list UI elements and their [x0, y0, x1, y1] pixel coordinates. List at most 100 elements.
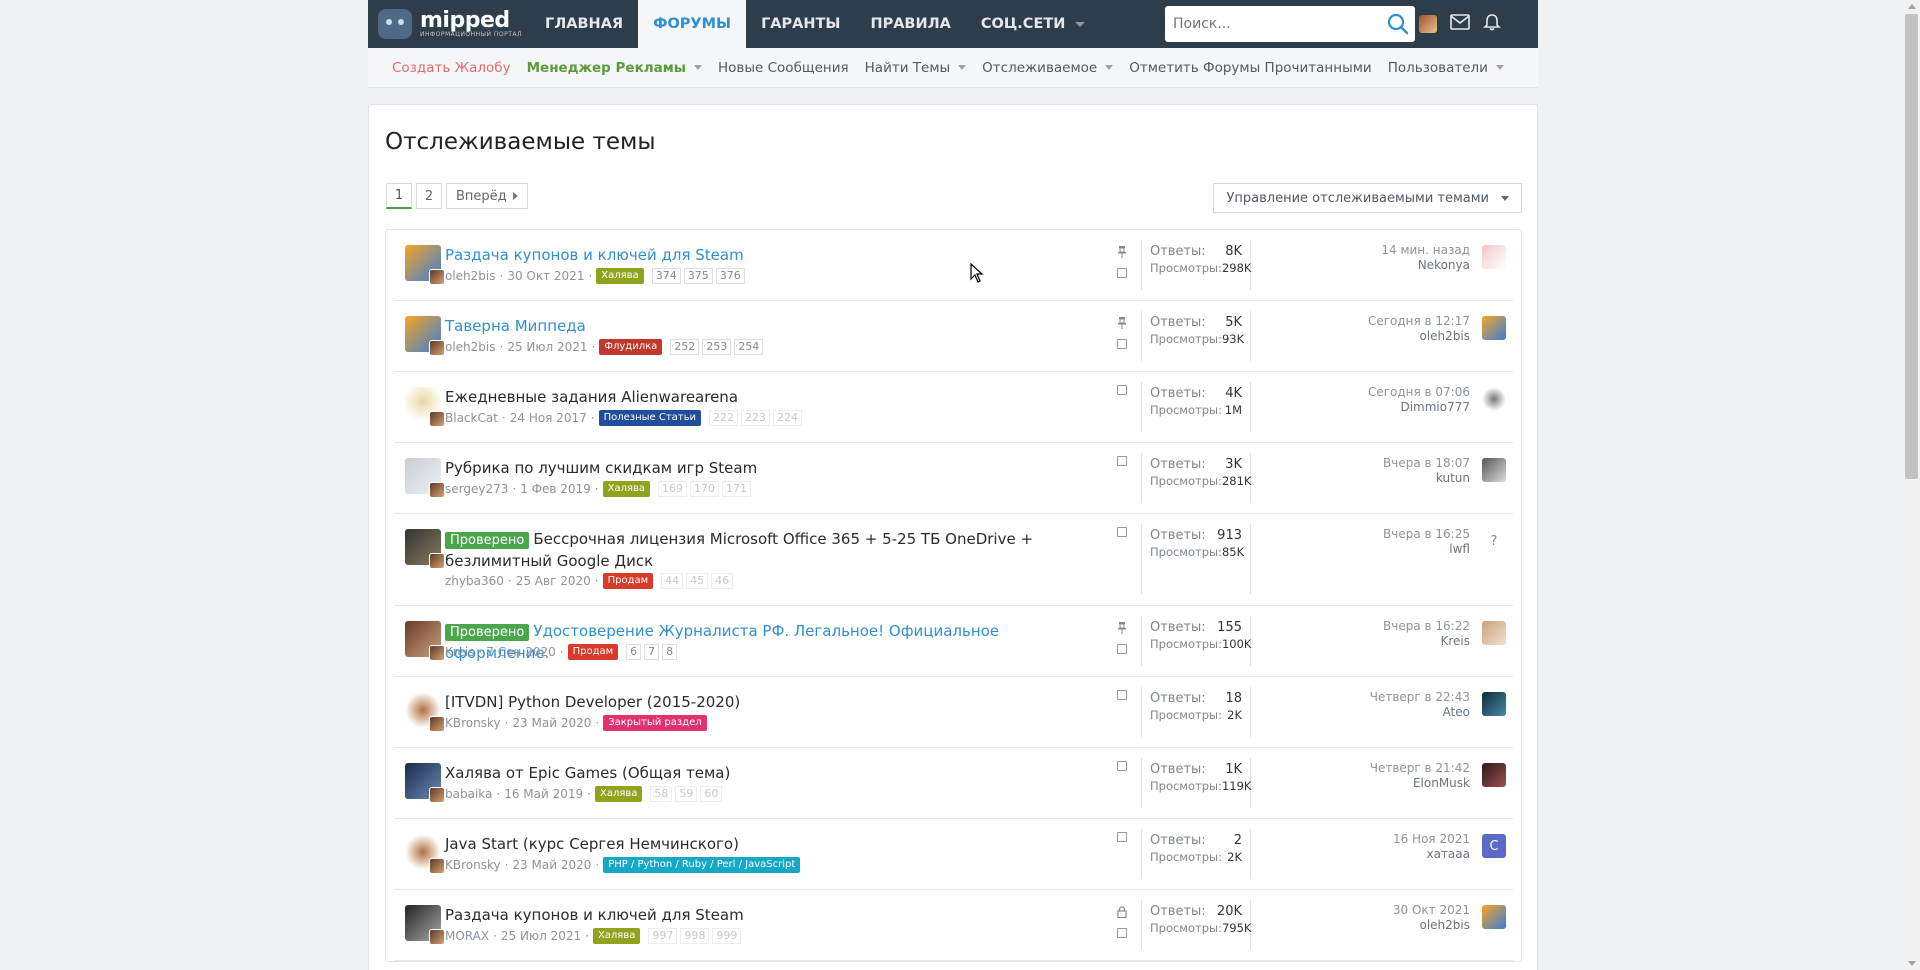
thread-row[interactable]: [ITVDN] Python Developer (2015-2020) KBro… [394, 677, 1513, 748]
last-post-time[interactable]: Вчера в 16:25 [1252, 527, 1470, 542]
page-2-button[interactable]: 2 [416, 183, 442, 209]
thread-title[interactable]: Раздача купонов и ключей для Steam [445, 905, 1095, 926]
last-post-time[interactable]: Четверг в 22:43 [1252, 690, 1470, 705]
last-post-time[interactable]: Четверг в 21:42 [1252, 761, 1470, 776]
last-post-user[interactable]: Dimmio777 [1252, 400, 1470, 415]
last-post-user[interactable]: lwfl [1252, 542, 1470, 557]
thread-page-link[interactable]: 45 [686, 573, 709, 589]
select-checkbox[interactable] [1117, 690, 1127, 700]
last-post[interactable]: Четверг в 21:42 ElonMusk [1252, 761, 1470, 791]
scroll-down-icon[interactable] [1908, 961, 1916, 966]
last-post[interactable]: 30 Окт 2021 oleh2bis [1252, 903, 1470, 933]
thread-page-link[interactable]: 170 [690, 481, 720, 497]
thread-row[interactable]: Ежедневные задания Alienwarearena BlackCa… [394, 372, 1513, 443]
last-poster-avatar[interactable] [1482, 458, 1506, 482]
last-post-user[interactable]: ElonMusk [1252, 776, 1470, 791]
last-post-time[interactable]: Вчера в 16:22 [1252, 619, 1470, 634]
page-1-button[interactable]: 1 [386, 183, 412, 209]
search-icon[interactable] [1381, 6, 1415, 42]
manage-watched-button[interactable]: Управление отслеживаемыми темами [1213, 183, 1522, 213]
thread-page-link[interactable]: 59 [675, 786, 698, 802]
thread-prefix[interactable]: Продам [567, 644, 619, 660]
last-poster-avatar[interactable] [1482, 692, 1506, 716]
create-complaint-link[interactable]: Создать Жалобу [392, 60, 511, 76]
thread-title[interactable]: Халява от Epic Games (Общая тема) [445, 763, 1095, 784]
thread-title[interactable]: Ежедневные задания Alienwarearena [445, 387, 1095, 408]
site-logo[interactable]: mipped ИНФОРМАЦИОННЫЙ ПОРТАЛ [368, 0, 530, 48]
thread-page-link[interactable]: 58 [650, 786, 673, 802]
thread-author-avatar[interactable] [405, 834, 445, 874]
thread-row[interactable]: Проверено Бессрочная лицензия Microsoft O… [394, 514, 1513, 606]
scroll-up-icon[interactable] [1908, 4, 1916, 9]
last-poster-avatar[interactable] [1482, 905, 1506, 929]
thread-page-link[interactable]: 252 [670, 339, 700, 355]
thread-page-link[interactable]: 375 [683, 268, 713, 284]
thread-author[interactable]: babaika [445, 787, 492, 801]
thread-prefix[interactable]: PHP / Python / Ruby / Perl / JavaScript [603, 857, 801, 873]
thread-page-link[interactable]: 60 [700, 786, 723, 802]
thread-page-link[interactable]: 169 [658, 481, 688, 497]
thread-page-link[interactable]: 999 [712, 928, 742, 944]
next-page-button[interactable]: Вперёд [446, 183, 528, 209]
select-checkbox[interactable] [1117, 928, 1127, 938]
thread-author-avatar[interactable] [405, 763, 445, 803]
last-poster-avatar[interactable] [1482, 387, 1506, 411]
last-post-user[interactable]: Nekonya [1252, 258, 1470, 273]
ad-manager-link[interactable]: Менеджер Рекламы [527, 60, 702, 76]
thread-page-link[interactable]: 997 [648, 928, 678, 944]
watched-link[interactable]: Отслеживаемое [982, 60, 1114, 76]
thread-page-link[interactable]: 46 [711, 573, 734, 589]
thread-author-avatar[interactable] [405, 692, 445, 732]
select-checkbox[interactable] [1117, 832, 1127, 842]
thread-page-link[interactable]: 223 [741, 410, 771, 426]
last-post-user[interactable]: хатааа [1252, 847, 1470, 862]
select-checkbox[interactable] [1117, 385, 1127, 395]
thread-page-link[interactable]: 171 [722, 481, 752, 497]
thread-prefix[interactable]: Закрытый раздел [603, 715, 707, 731]
thread-author[interactable]: oleh2bis [445, 340, 496, 354]
thread-author[interactable]: oleh2bis [445, 269, 496, 283]
thread-page-link[interactable]: 7 [644, 644, 660, 660]
thread-author-avatar[interactable] [405, 245, 445, 285]
thread-prefix[interactable]: Халява [596, 268, 644, 284]
thread-author[interactable]: KBronsky [445, 716, 501, 730]
last-post-time[interactable]: Сегодня в 07:06 [1252, 385, 1470, 400]
thread-page-link[interactable]: 254 [734, 339, 764, 355]
thread-author[interactable]: zhyba360 [445, 574, 504, 588]
thread-author[interactable]: MORAX [445, 929, 489, 943]
thread-row[interactable]: Раздача купонов и ключей для Steam MORAX ·… [394, 890, 1513, 961]
find-threads-link[interactable]: Найти Темы [865, 60, 967, 76]
last-poster-avatar[interactable] [1482, 316, 1506, 340]
tab-forums[interactable]: ФОРУМЫ [638, 0, 747, 48]
select-checkbox[interactable] [1117, 268, 1127, 278]
thread-author-avatar[interactable] [405, 621, 445, 661]
thread-page-link[interactable]: 222 [709, 410, 739, 426]
last-post-user[interactable]: oleh2bis [1252, 329, 1470, 344]
thread-prefix[interactable]: Халява [594, 786, 643, 802]
last-post[interactable]: Вчера в 18:07 kutun [1252, 456, 1470, 486]
tab-rules[interactable]: ПРАВИЛА [855, 0, 965, 48]
mark-forums-read-link[interactable]: Отметить Форумы Прочитанными [1129, 60, 1371, 76]
thread-row[interactable]: Раздача купонов и ключей для Steam oleh2b… [394, 230, 1513, 301]
thread-row[interactable]: Проверено Удостоверение Журналиста РФ. Ле… [394, 606, 1513, 677]
last-post-time[interactable]: Вчера в 18:07 [1252, 456, 1470, 471]
thread-prefix[interactable]: Флудилка [599, 339, 663, 355]
thread-prefix[interactable]: Продам [602, 573, 654, 589]
thread-page-link[interactable]: 374 [651, 268, 681, 284]
last-poster-avatar[interactable]: C [1482, 834, 1506, 858]
thread-page-link[interactable]: 6 [626, 644, 642, 660]
last-post-time[interactable]: 30 Окт 2021 [1252, 903, 1470, 918]
last-poster-avatar[interactable] [1482, 245, 1506, 269]
thread-page-link[interactable]: 253 [702, 339, 732, 355]
thread-page-link[interactable]: 376 [715, 268, 745, 284]
bell-icon[interactable] [1483, 13, 1501, 35]
last-poster-avatar[interactable]: ? [1482, 529, 1506, 553]
thread-author-avatar[interactable] [405, 905, 445, 945]
thread-row[interactable]: Java Start (курс Сергея Немчинского) KBro… [394, 819, 1513, 890]
tab-social[interactable]: СОЦ.СЕТИ [966, 0, 1101, 48]
last-post-user[interactable]: Ateo [1252, 705, 1470, 720]
scrollbar[interactable] [1903, 0, 1920, 970]
last-post[interactable]: 16 Ноя 2021 хатааа [1252, 832, 1470, 862]
last-post-user[interactable]: Kreis [1252, 634, 1470, 649]
last-post[interactable]: Вчера в 16:22 Kreis [1252, 619, 1470, 649]
